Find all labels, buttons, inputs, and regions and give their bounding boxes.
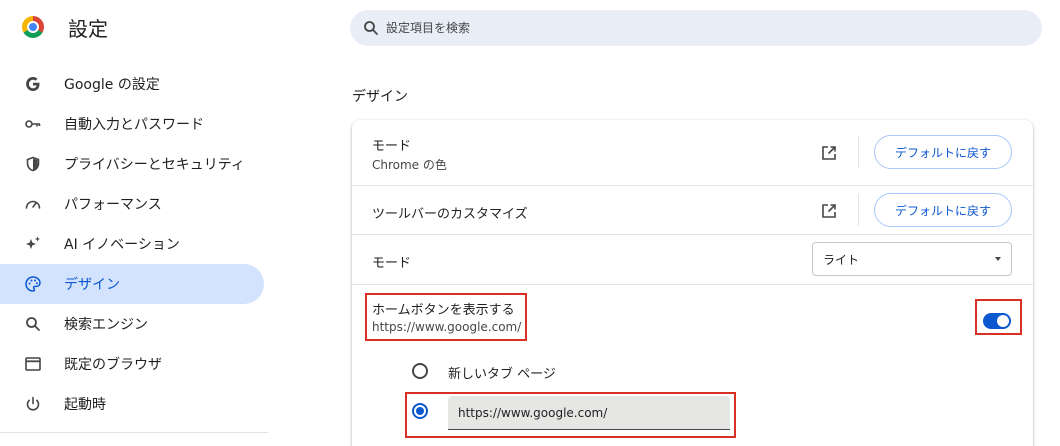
sidebar-item-performance[interactable]: パフォーマンス: [0, 184, 264, 224]
sparkle-icon: [24, 235, 42, 253]
new-tab-radio[interactable]: [412, 363, 428, 379]
toolbar-label: ツールバーのカスタマイズ: [372, 207, 528, 222]
mode-select-value: ライト: [823, 252, 860, 267]
browser-window-icon: [24, 355, 42, 373]
mode-label: モード: [372, 256, 412, 271]
sidebar-item-google[interactable]: Google の設定: [0, 64, 264, 104]
sidebar-item-ai[interactable]: AI イノベーション: [0, 224, 264, 264]
theme-reset-button[interactable]: デフォルトに戻す: [874, 135, 1012, 169]
search-box[interactable]: [350, 10, 1042, 46]
vertical-divider: [858, 194, 859, 226]
search-icon: [24, 315, 42, 333]
sidebar-item-label: Google の設定: [64, 77, 160, 93]
highlight-box: [405, 392, 736, 438]
mode-row: モード ライト: [352, 234, 1033, 284]
theme-label: モード: [372, 139, 412, 154]
toolbar-row[interactable]: ツールバーのカスタマイズ デフォルトに戻す: [352, 185, 1033, 234]
open-in-new-icon[interactable]: [820, 144, 838, 162]
settings-page: 設定 Google の設定 自動入力とパスワード プライバシーとセキュリティ: [0, 0, 1060, 446]
sidebar-item-privacy[interactable]: プライバシーとセキュリティ: [0, 144, 264, 184]
sidebar-item-on-startup[interactable]: 起動時: [0, 384, 264, 424]
highlight-box: [975, 299, 1022, 335]
vertical-divider: [858, 136, 859, 168]
palette-icon: [24, 275, 42, 293]
search-icon: [363, 20, 379, 36]
mode-select[interactable]: ライト: [812, 242, 1012, 276]
sidebar: Google の設定 自動入力とパスワード プライバシーとセキュリティ パフォー…: [0, 64, 264, 424]
sidebar-divider: [0, 432, 268, 433]
toolbar-reset-button[interactable]: デフォルトに戻す: [874, 193, 1012, 227]
open-in-new-icon[interactable]: [820, 202, 838, 220]
sidebar-item-design[interactable]: デザイン: [0, 264, 264, 304]
theme-sublabel: Chrome の色: [372, 158, 447, 172]
page-title: 設定: [68, 17, 108, 41]
dropdown-arrow-icon: [995, 257, 1001, 261]
sidebar-item-label: 自動入力とパスワード: [64, 117, 204, 133]
key-icon: [24, 115, 42, 133]
shield-icon: [24, 155, 42, 173]
section-title: デザイン: [352, 89, 408, 105]
search-input[interactable]: [386, 21, 986, 35]
speedometer-icon: [24, 195, 42, 213]
new-tab-label: 新しいタブ ページ: [448, 367, 556, 382]
chrome-logo-icon: [22, 16, 44, 38]
sidebar-item-autofill[interactable]: 自動入力とパスワード: [0, 104, 264, 144]
theme-row[interactable]: モード Chrome の色 デフォルトに戻す: [352, 120, 1033, 185]
power-icon: [24, 395, 42, 413]
sidebar-item-default-browser[interactable]: 既定のブラウザ: [0, 344, 264, 384]
sidebar-item-label: デザイン: [64, 277, 120, 293]
highlight-box: [365, 293, 527, 341]
sidebar-item-search-engine[interactable]: 検索エンジン: [0, 304, 264, 344]
sidebar-item-label: パフォーマンス: [64, 197, 162, 213]
sidebar-item-label: プライバシーとセキュリティ: [64, 157, 245, 173]
sidebar-item-label: 既定のブラウザ: [64, 357, 162, 373]
sidebar-item-label: 検索エンジン: [64, 317, 148, 333]
sidebar-item-label: 起動時: [64, 397, 106, 413]
sidebar-item-label: AI イノベーション: [64, 237, 180, 253]
google-g-icon: [24, 75, 42, 93]
